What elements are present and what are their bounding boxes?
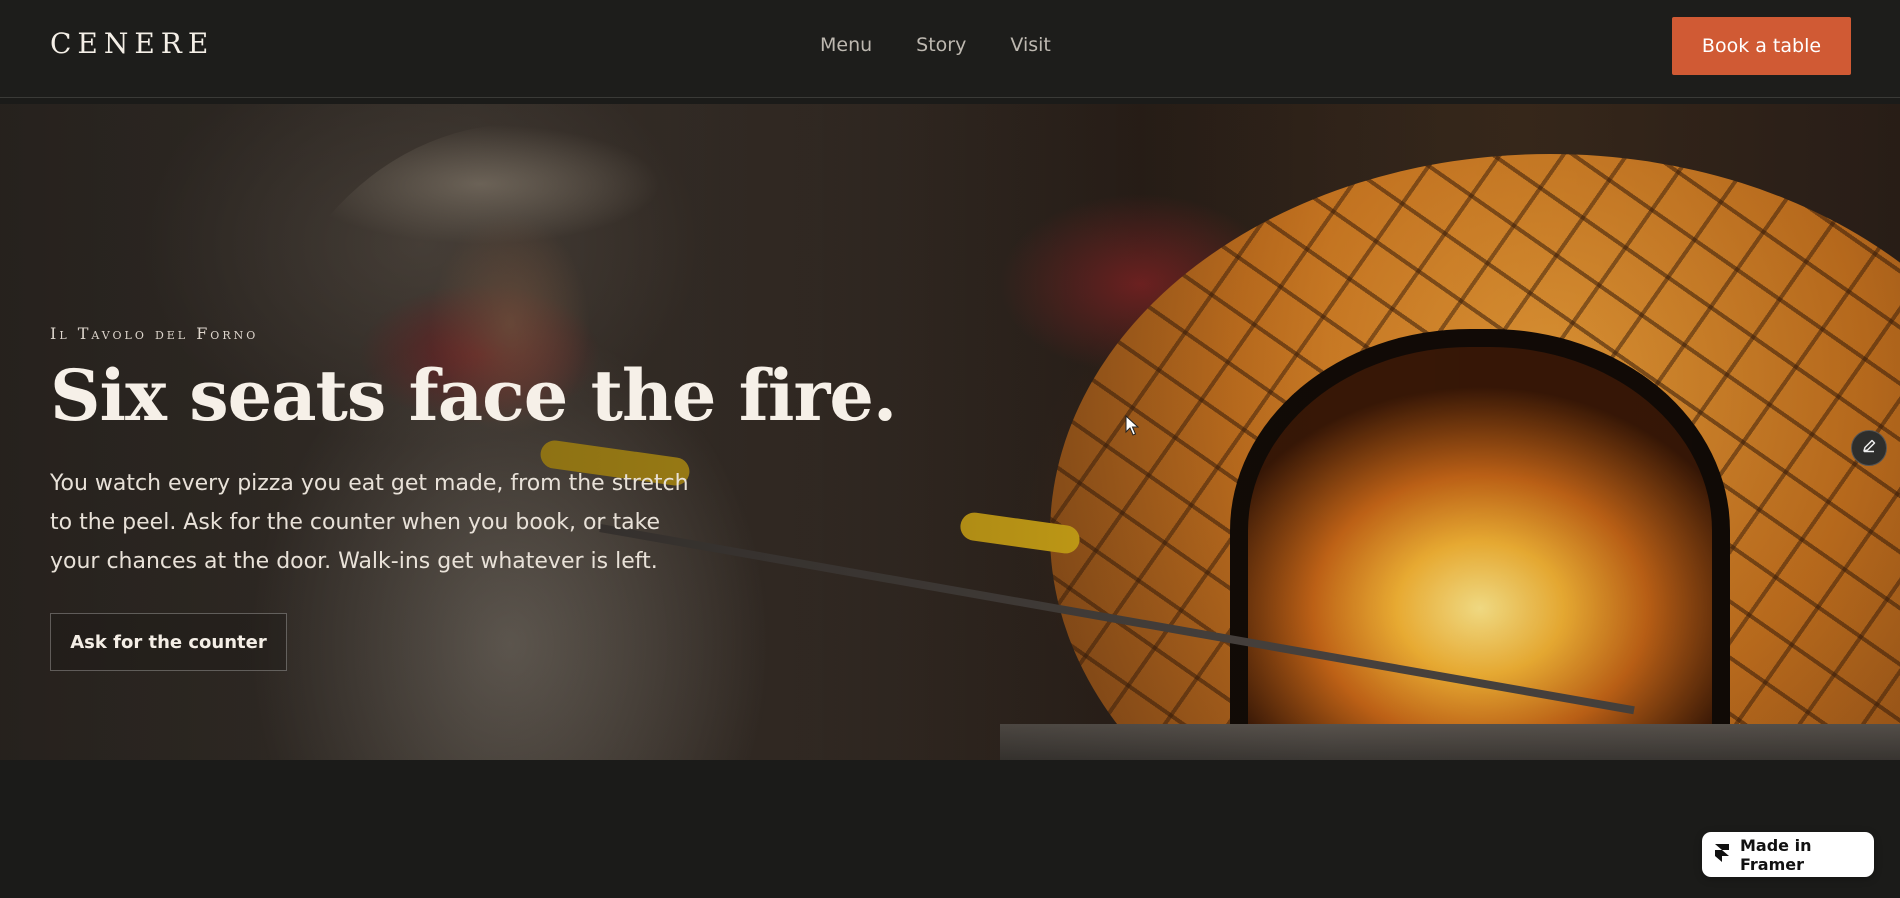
page: CENERE Menu Story Visit Book a table Il … bbox=[0, 0, 1900, 898]
nav-link-visit[interactable]: Visit bbox=[1010, 34, 1051, 56]
edit-button[interactable] bbox=[1851, 430, 1887, 466]
pencil-icon bbox=[1861, 438, 1877, 458]
book-table-button[interactable]: Book a table bbox=[1672, 17, 1851, 75]
nav-link-menu[interactable]: Menu bbox=[820, 34, 872, 56]
badge-label: Made in Framer bbox=[1740, 835, 1812, 874]
hero-kicker: Il Tavolo del Forno bbox=[50, 324, 259, 343]
made-in-framer-badge[interactable]: Made in Framer bbox=[1702, 832, 1874, 877]
hero-description: You watch every pizza you eat get made, … bbox=[50, 471, 689, 574]
ask-counter-button[interactable]: Ask for the counter bbox=[50, 613, 287, 671]
hero-section: Il Tavolo del Forno Six seats face the f… bbox=[0, 104, 1900, 760]
hero-headline: Six seats face the fire. bbox=[50, 354, 897, 437]
framer-logo-icon bbox=[1714, 843, 1730, 867]
brand-logo[interactable]: CENERE bbox=[50, 27, 214, 60]
nav-links: Menu Story Visit bbox=[820, 34, 1051, 56]
top-navigation: CENERE Menu Story Visit Book a table bbox=[0, 0, 1900, 98]
nav-link-story[interactable]: Story bbox=[916, 34, 966, 56]
